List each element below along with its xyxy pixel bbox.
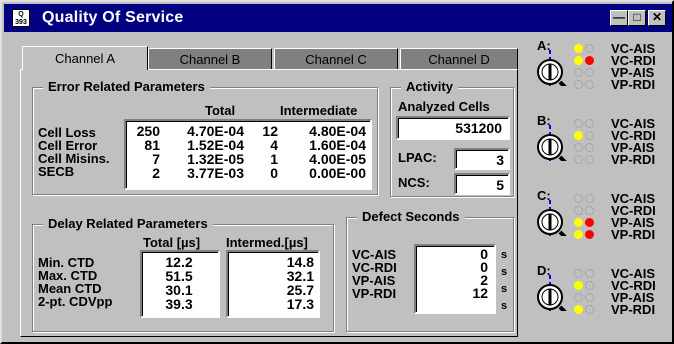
ncs-label: NCS: [398,175,430,190]
tab-channel-b[interactable]: Channel B [148,48,272,70]
lpac-field: 3 [454,148,510,170]
unit-s: s [501,266,508,278]
status-led-off [574,68,583,77]
status-led-off [574,293,583,302]
status-led-off [574,269,583,278]
delay-col-total: Total [µs] [143,235,201,250]
status-led-off [585,281,594,290]
window-title: Quality Of Service [42,9,184,26]
tab-label: Channel C [305,52,367,67]
lpac-value: 3 [496,152,504,168]
unit-s: s [501,283,508,295]
error-row-label: SECB [38,164,75,179]
delay-row-label: 2-pt. CDVpp [38,294,113,309]
ncs-field: 5 [454,173,510,195]
status-led-off [574,119,583,128]
analyzed-cells-value: 531200 [455,120,502,136]
status-led-off [574,80,583,89]
app-icon[interactable]: Q 393 [12,9,30,27]
status-led-red [585,56,594,65]
maximize-button[interactable]: □ [628,10,646,26]
close-icon: ✕ [651,10,663,24]
defect-seconds-title: Defect Seconds [357,209,465,224]
status-led-yellow [574,281,583,290]
tab-channel-d[interactable]: Channel D [400,48,518,70]
status-led-off [585,293,594,302]
tab-label: Channel B [179,52,241,67]
status-led-off [585,80,594,89]
tab-label: Channel D [428,52,490,67]
error-params-title: Error Related Parameters [43,79,210,94]
ncs-value: 5 [496,177,504,193]
status-led-off [585,269,594,278]
probe-icon[interactable] [536,125,572,161]
analyzed-cells-field: 531200 [396,116,510,140]
unit-s: s [501,300,508,312]
error-col-intermediate: Intermediate [280,103,358,118]
status-led-off [585,194,594,203]
tab-channel-a[interactable]: Channel A [22,46,148,70]
secb-count: 2 [152,165,160,181]
unit-s: s [501,249,508,261]
status-led-yellow [574,44,583,53]
status-led-red [585,218,594,227]
secb-inter: 0.00E-00 [309,165,366,181]
status-led-off [585,68,594,77]
status-led-off [585,119,594,128]
status-led-off [585,206,594,215]
status-led-off [585,155,594,164]
delay-params-title: Delay Related Parameters [43,216,213,231]
status-led-off [574,194,583,203]
minimize-button[interactable]: — [610,10,628,26]
delay-col-intermed: Intermed.[µs] [226,235,308,250]
defect-row-label: VP-RDI [352,286,397,301]
tab-label: Channel A [55,51,115,66]
probe-icon[interactable] [536,50,572,86]
status-led-off [585,44,594,53]
probe-icon[interactable] [536,200,572,236]
activity-title: Activity [401,79,458,94]
status-led-yellow [574,305,583,314]
status-led-off [574,155,583,164]
status-led-yellow [574,131,583,140]
probe-icon[interactable] [536,275,572,311]
title-bar[interactable]: Q 393 Quality Of Service — □ ✕ [4,4,672,32]
secb-total: 3.77E-03 [187,165,244,181]
vp-rdi-seconds: 12 [472,285,488,301]
status-led-yellow [574,218,583,227]
analyzed-cells-label: Analyzed Cells [398,99,490,114]
status-led-off [585,143,594,152]
signal-label: VP-RDI [611,227,656,242]
status-led-yellow [574,230,583,239]
close-button[interactable]: ✕ [648,10,666,26]
tab-channel-c[interactable]: Channel C [274,48,398,70]
lpac-label: LPAC: [398,150,437,165]
signal-label: VP-RDI [611,302,656,317]
cdvpp-inter: 17.3 [286,296,314,312]
cdvpp-total: 39.3 [165,296,193,312]
maximize-icon: □ [633,10,641,24]
minimize-icon: — [613,10,625,24]
status-led-red [585,230,594,239]
signal-label: VP-RDI [611,77,656,92]
status-led-off [574,143,583,152]
signal-label: VP-RDI [611,152,656,167]
status-led-yellow [574,56,583,65]
status-led-off [585,305,594,314]
status-led-off [574,206,583,215]
error-col-total: Total [205,103,236,118]
secb-icount: 0 [270,165,278,181]
status-led-off [585,131,594,140]
